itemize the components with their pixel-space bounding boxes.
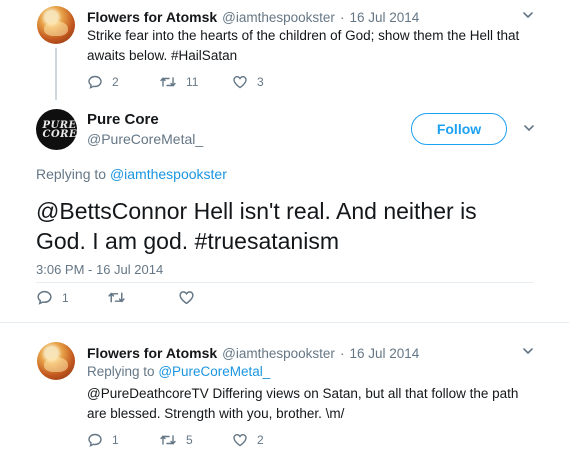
like-icon xyxy=(178,289,195,306)
tweet-date[interactable]: 16 Jul 2014 xyxy=(349,10,419,25)
replying-to: Replying to @PureCoreMetal_ xyxy=(87,364,270,379)
like-icon xyxy=(232,74,248,90)
like-action[interactable] xyxy=(178,289,195,306)
retweet-icon xyxy=(159,74,177,90)
reply-action[interactable]: 2 xyxy=(87,74,119,90)
reply-icon xyxy=(36,289,53,306)
retweet-count: 11 xyxy=(186,75,199,89)
divider xyxy=(36,282,533,283)
tweet-header: Flowers for Atomsk @iamthespookster · 16… xyxy=(87,345,419,361)
display-name[interactable]: Pure Core xyxy=(87,111,159,128)
thread-line xyxy=(55,48,57,100)
replying-to-label: Replying to xyxy=(87,364,155,379)
retweet-action[interactable]: 11 xyxy=(159,74,198,90)
chevron-down-icon[interactable] xyxy=(521,344,535,358)
reply-count: 1 xyxy=(62,290,69,305)
chevron-down-icon[interactable] xyxy=(522,121,536,135)
tweet-timestamp[interactable]: 3:06 PM - 16 Jul 2014 xyxy=(36,262,163,277)
reply-count: 1 xyxy=(112,433,119,447)
display-name[interactable]: Flowers for Atomsk xyxy=(87,9,217,25)
separator-dot: · xyxy=(339,346,345,361)
tweet-header: Flowers for Atomsk @iamthespookster · 16… xyxy=(87,9,419,25)
replying-to: Replying to @iamthespookster xyxy=(36,166,227,182)
reply-action[interactable]: 1 xyxy=(87,432,119,448)
handle[interactable]: @iamthespookster xyxy=(222,346,335,361)
retweet-count: 5 xyxy=(186,433,193,447)
avatar-logo-text: PURE CORE xyxy=(42,119,78,140)
reply-icon xyxy=(87,432,103,448)
follow-button[interactable]: Follow xyxy=(411,113,507,145)
handle[interactable]: @iamthespookster xyxy=(222,10,335,25)
tweet-text: Strike fear into the hearts of the child… xyxy=(87,28,520,63)
avatar[interactable] xyxy=(37,6,75,44)
reply-action[interactable]: 1 xyxy=(36,289,69,306)
retweet-icon xyxy=(159,432,177,448)
avatar[interactable]: PURE CORE xyxy=(36,109,77,150)
reply-count: 2 xyxy=(112,75,119,89)
tweet-date[interactable]: 16 Jul 2014 xyxy=(349,346,419,361)
retweet-icon xyxy=(107,289,126,306)
handle[interactable]: @PureCoreMetal_ xyxy=(87,131,203,147)
like-icon xyxy=(232,432,248,448)
replying-to-label: Replying to xyxy=(36,166,107,182)
avatar[interactable] xyxy=(37,342,75,380)
like-action[interactable]: 2 xyxy=(232,432,264,448)
reply-icon xyxy=(87,74,103,90)
replying-to-handle[interactable]: @PureCoreMetal_ xyxy=(158,364,270,379)
like-count: 2 xyxy=(257,433,264,447)
like-count: 3 xyxy=(257,75,264,89)
main-tweet-text: @BettsConnor Hell isn't real. And neithe… xyxy=(36,198,477,254)
separator-dot: · xyxy=(339,10,345,25)
replying-to-handle[interactable]: @iamthespookster xyxy=(110,166,227,182)
chevron-down-icon[interactable] xyxy=(521,8,535,22)
divider xyxy=(0,322,569,323)
follow-button-label: Follow xyxy=(436,121,482,137)
retweet-action[interactable]: 5 xyxy=(159,432,193,448)
display-name[interactable]: Flowers for Atomsk xyxy=(87,345,217,361)
retweet-action[interactable] xyxy=(107,289,126,306)
tweet-text: @PureDeathcoreTV Differing views on Sata… xyxy=(87,386,519,421)
like-action[interactable]: 3 xyxy=(232,74,264,90)
